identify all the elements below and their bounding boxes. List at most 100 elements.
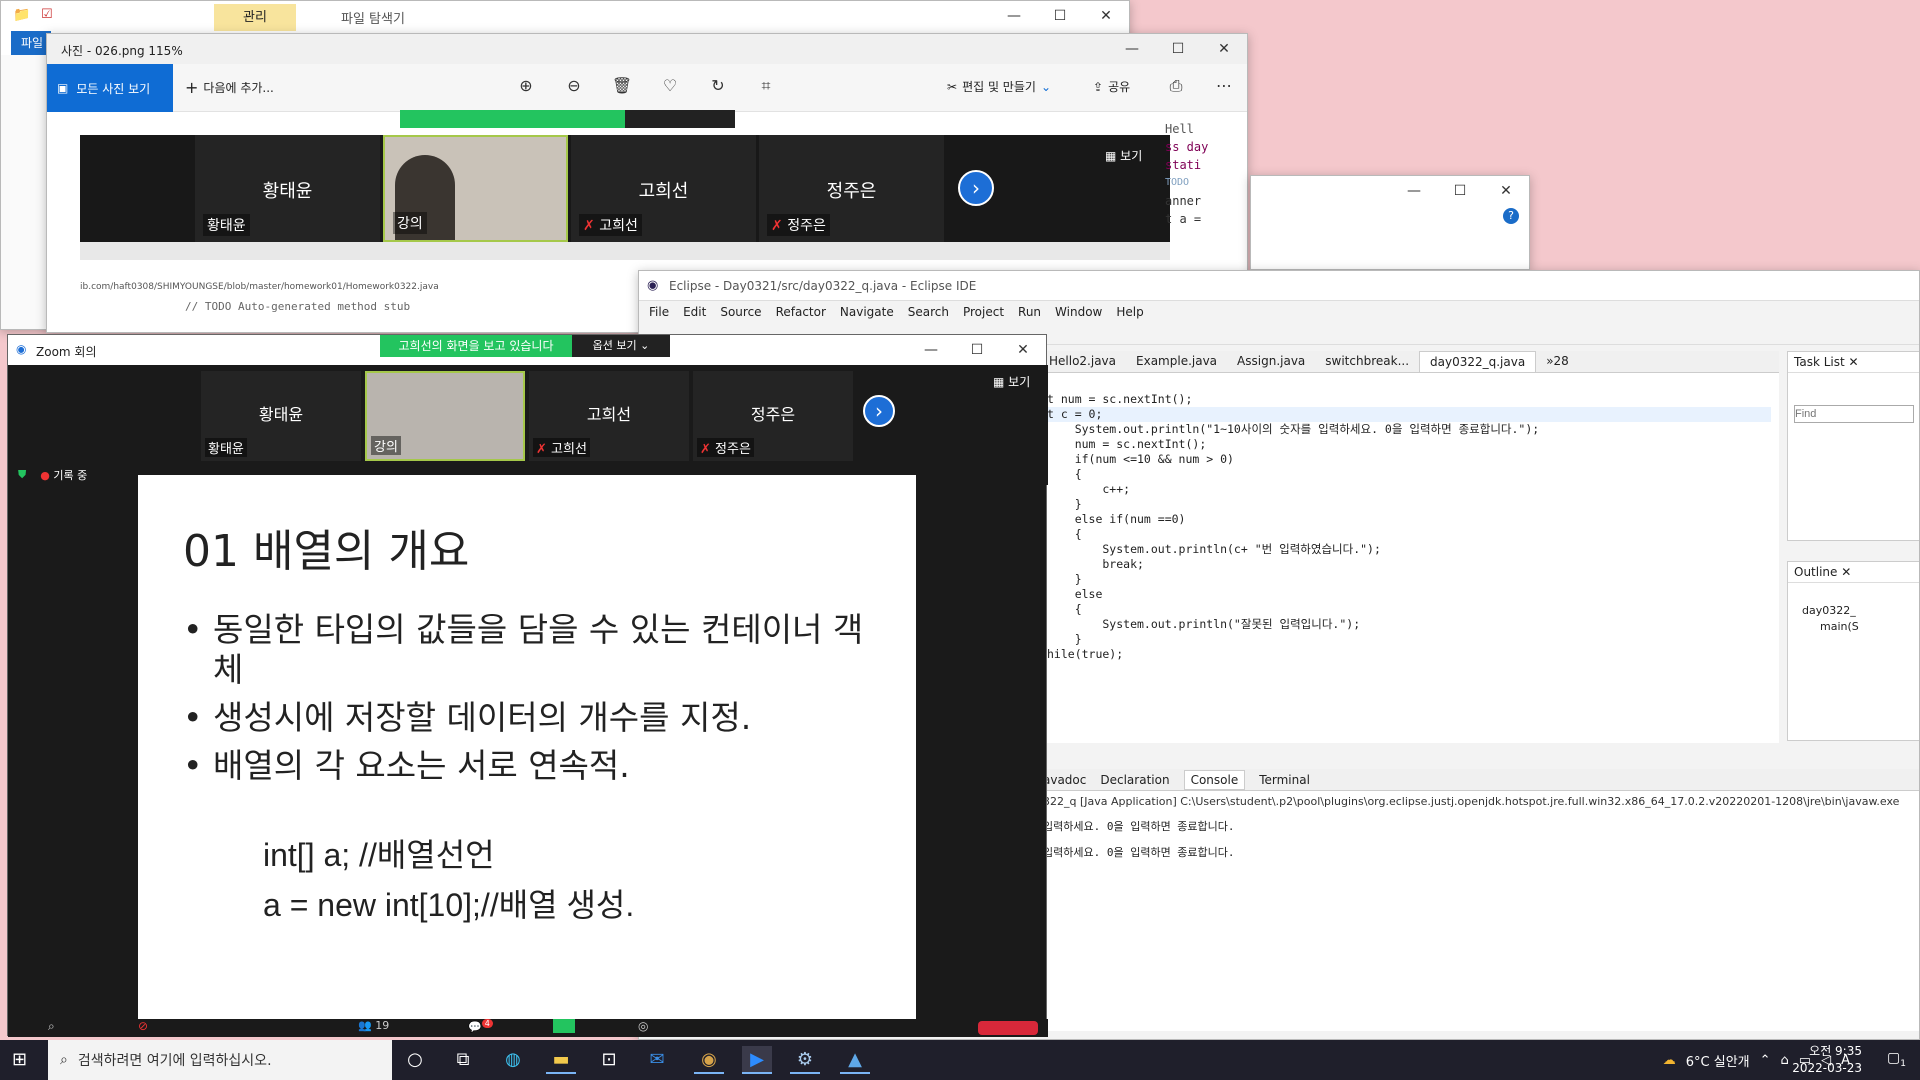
cortana-icon[interactable]: ○ xyxy=(400,1046,430,1074)
menu-navigate[interactable]: Navigate xyxy=(840,305,894,319)
favorite-icon[interactable]: ♡ xyxy=(659,76,681,98)
zoom-taskbar-icon[interactable]: ▶ xyxy=(742,1046,772,1074)
close-icon[interactable]: ✕ xyxy=(1000,335,1046,365)
image-view-label: ▦ 보기 xyxy=(1105,149,1143,163)
menu-project[interactable]: Project xyxy=(963,305,1004,319)
zoom-title: Zoom 회의 xyxy=(36,345,97,359)
zoom-out-icon[interactable]: ⊖ xyxy=(563,76,585,98)
outline-label: Outline xyxy=(1794,565,1838,579)
share-button[interactable]: ⇪ 공유 xyxy=(1093,78,1130,95)
taskbar-search[interactable]: ⌕ 검색하려면 여기에 입력하십시오. xyxy=(48,1040,392,1080)
print-icon[interactable]: ⎙ xyxy=(1165,76,1187,98)
muted-mic-icon: ✗ xyxy=(700,442,711,457)
windows-start-icon[interactable]: ⊞ xyxy=(12,1049,27,1070)
edge-icon[interactable]: ◍ xyxy=(498,1046,528,1074)
view-options-button[interactable]: 옵션 보기 ⌄ xyxy=(572,335,670,357)
tab-overflow[interactable]: »28 xyxy=(1536,351,1579,372)
browser-side-code: Hell ss day stati TODO anner t a = xyxy=(1165,120,1235,228)
record-icon[interactable]: ◎ xyxy=(638,1019,648,1033)
maximize-icon[interactable]: ☐ xyxy=(1437,176,1483,206)
participants-button[interactable]: 👥 19 xyxy=(358,1019,389,1032)
maximize-icon[interactable]: ☐ xyxy=(1037,1,1083,31)
menu-search[interactable]: Search xyxy=(908,305,949,319)
file-explorer-icon[interactable]: ▬ xyxy=(546,1046,576,1074)
participant-label: 황태윤 xyxy=(205,438,247,457)
close-icon[interactable]: ✕ xyxy=(1483,176,1529,206)
file-tab[interactable]: 파일 xyxy=(11,31,51,55)
end-meeting-button[interactable] xyxy=(978,1021,1038,1035)
notification-icon[interactable]: ▢1 xyxy=(1887,1050,1906,1069)
tab-terminal[interactable]: Terminal xyxy=(1259,773,1310,787)
photos-taskbar-icon[interactable]: ▲ xyxy=(840,1046,870,1074)
code-line: t c = 0; xyxy=(1047,407,1771,422)
maximize-icon[interactable]: ☐ xyxy=(954,335,1000,365)
maximize-icon[interactable]: ☐ xyxy=(1155,34,1201,64)
zoom-view-button[interactable]: ▦ 보기 xyxy=(993,373,1030,390)
tab-console[interactable]: Console xyxy=(1183,769,1246,790)
rotate-icon[interactable]: ↻ xyxy=(707,76,729,98)
clock[interactable]: 오전 9:35 2022-03-23 xyxy=(1782,1043,1862,1077)
close-icon[interactable]: ✕ xyxy=(1201,34,1247,64)
minimize-icon[interactable]: — xyxy=(991,1,1037,31)
tab-day0322-q[interactable]: day0322_q.java xyxy=(1419,351,1537,372)
task-list-panel: Task List ✕ xyxy=(1787,351,1919,541)
minimize-icon[interactable]: — xyxy=(1109,34,1155,64)
help-icon[interactable]: ? xyxy=(1503,208,1519,224)
all-photos-button[interactable]: ▣ 모든 사진 보기 xyxy=(47,64,173,112)
close-icon[interactable]: ✕ xyxy=(1083,1,1129,31)
tab-assign[interactable]: Assign.java xyxy=(1227,351,1315,372)
chat-button[interactable]: 💬 4 xyxy=(468,1019,493,1034)
task-view-icon[interactable]: ⧉ xyxy=(448,1046,478,1074)
menu-refactor[interactable]: Refactor xyxy=(776,305,826,319)
zoom-window: ◉ Zoom 회의 고희선의 화면을 보고 있습니다 옵션 보기 ⌄ — ☐ ✕… xyxy=(7,334,1048,1037)
edit-create-button[interactable]: ✂ 편집 및 만들기 ⌄ xyxy=(947,78,1051,95)
ribbon-tab-manage[interactable]: 관리 xyxy=(214,4,296,31)
add-to-button[interactable]: + 다음에 추가... xyxy=(185,78,274,97)
menu-edit[interactable]: Edit xyxy=(683,305,706,319)
tab-declaration[interactable]: Declaration xyxy=(1100,773,1169,787)
tab-example[interactable]: Example.java xyxy=(1126,351,1227,372)
share-screen-icon[interactable] xyxy=(553,1019,575,1033)
next-participants-icon[interactable]: › xyxy=(863,395,895,427)
weather-text[interactable]: 6°C 실안개 xyxy=(1686,1051,1750,1070)
folder-icon: 📁 xyxy=(13,7,31,23)
tab-hello2[interactable]: Hello2.java xyxy=(1039,351,1126,372)
participant-tile[interactable]: 정주은 ✗ 정주은 xyxy=(693,371,853,461)
menu-source[interactable]: Source xyxy=(720,305,761,319)
photos-titlebar: 사진 - 026.png 115% — ☐ ✕ xyxy=(47,34,1247,64)
outline-item-main[interactable]: main(S xyxy=(1802,619,1919,635)
chevron-up-icon[interactable]: ⌃ xyxy=(1760,1053,1771,1068)
participant-tile[interactable]: 황태윤 황태윤 xyxy=(201,371,361,461)
mail-icon[interactable]: ✉ xyxy=(642,1046,672,1074)
participant-tile[interactable]: 고희선 ✗ 고희선 xyxy=(529,371,689,461)
find-input[interactable] xyxy=(1794,405,1914,423)
code-line: break; xyxy=(1047,557,1144,571)
video-off-icon[interactable]: ⊘ xyxy=(138,1019,148,1033)
eclipse-taskbar-icon[interactable]: ◉ xyxy=(694,1046,724,1074)
minimize-icon[interactable]: — xyxy=(1391,176,1437,206)
menu-help[interactable]: Help xyxy=(1116,305,1143,319)
menu-file[interactable]: File xyxy=(649,305,669,319)
menu-window[interactable]: Window xyxy=(1055,305,1102,319)
zoom-in-icon[interactable]: ⊕ xyxy=(515,76,537,98)
eclipse-logo-icon: ◉ xyxy=(647,278,659,293)
minimize-icon[interactable]: — xyxy=(908,335,954,365)
participant-tile-video[interactable]: 강의 xyxy=(365,371,525,461)
menu-run[interactable]: Run xyxy=(1018,305,1041,319)
outline-item-class[interactable]: day0322_ xyxy=(1802,603,1919,619)
tile-label: ✗ 정주은 xyxy=(767,214,830,236)
settings-app-icon[interactable]: ⚙ xyxy=(790,1046,820,1074)
tab-javadoc[interactable]: avadoc xyxy=(1043,773,1086,787)
crop-icon[interactable]: ⌗ xyxy=(755,76,777,98)
code-editor[interactable]: t num = sc.nextInt(); t c = 0; System.out… xyxy=(1039,373,1779,743)
more-icon[interactable]: ⋯ xyxy=(1213,76,1235,98)
sharing-banner: 고희선의 화면을 보고 있습니다 xyxy=(380,335,572,357)
tile-name: 고희선 xyxy=(638,181,689,202)
slide-bullet: 생성시에 저장할 데이터의 개수를 지정. xyxy=(183,698,883,738)
tab-switchbreak[interactable]: switchbreak... xyxy=(1315,351,1419,372)
delete-icon[interactable]: 🗑 xyxy=(611,76,633,98)
code-line: else xyxy=(1047,587,1103,601)
mic-icon[interactable]: ⌕ xyxy=(48,1019,55,1034)
slide-code-line: int[] a; //배열선언 xyxy=(263,837,495,873)
store-icon[interactable]: ⊡ xyxy=(594,1046,624,1074)
